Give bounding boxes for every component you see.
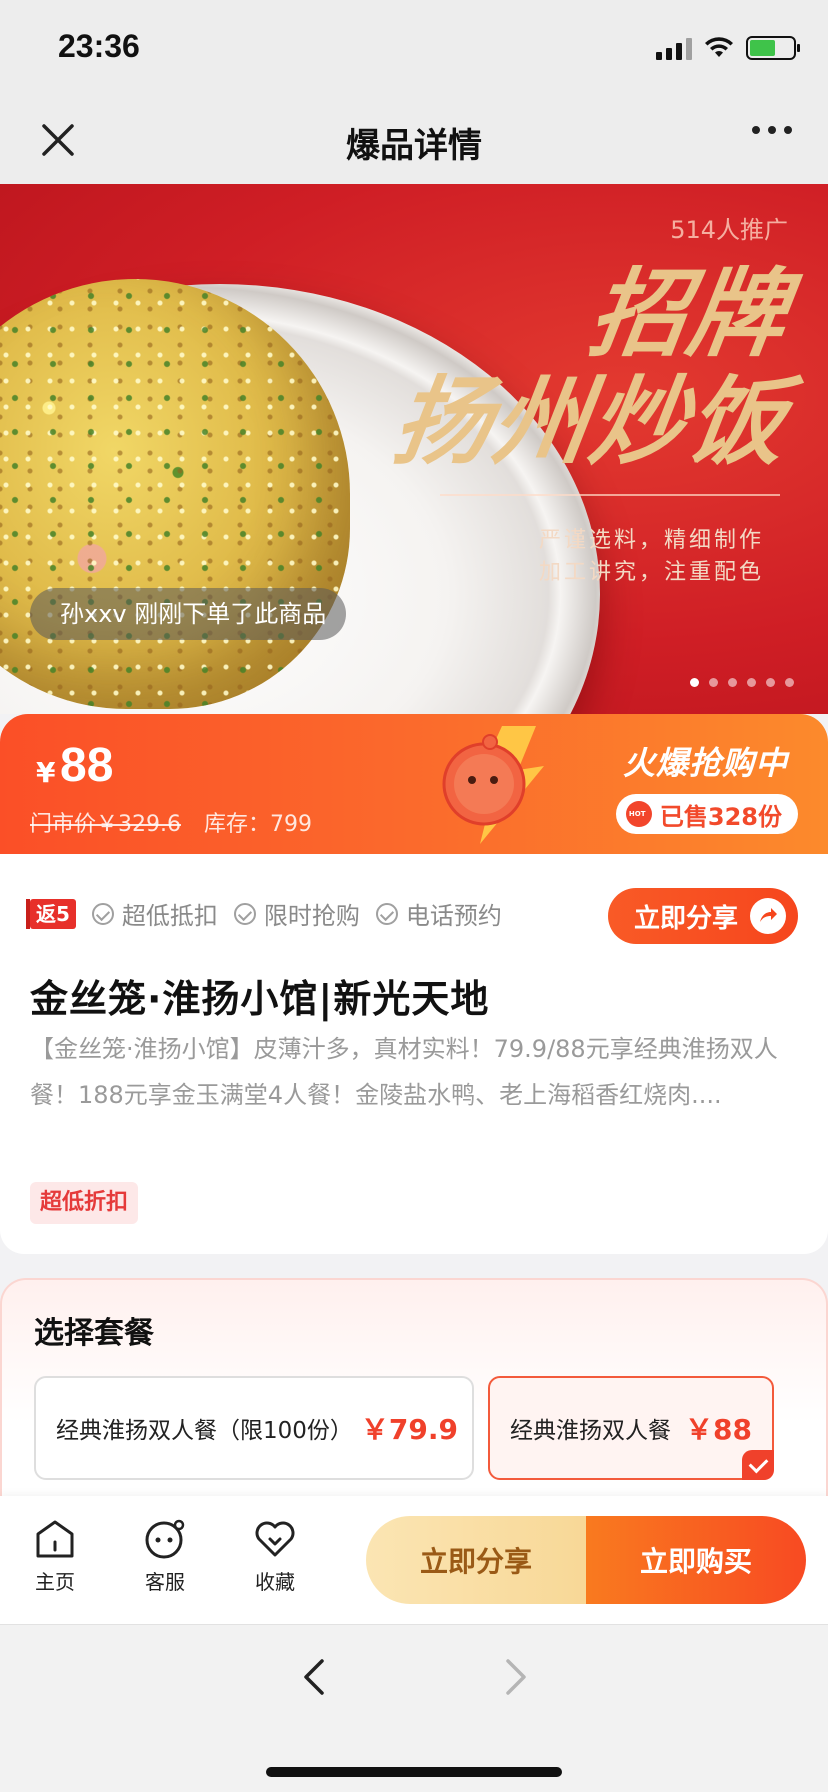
feature-tag-label: 限时抢购 <box>263 902 360 930</box>
bottom-action-bar: 主页 客服 收藏 立即分享 立即购买 <box>0 1496 828 1624</box>
home-button[interactable]: 主页 <box>15 1518 95 1595</box>
hero-subtitle-line1: 严谨选料，精细制作 <box>538 528 764 553</box>
package-option-price: ￥79.9 <box>360 1413 458 1446</box>
stock-count: 库存：799 <box>204 812 312 837</box>
more-options-icon[interactable] <box>752 126 792 134</box>
share-now-label: 立即分享 <box>633 903 738 934</box>
mascot-icon <box>442 726 544 844</box>
share-now-button[interactable]: 立即分享 <box>607 888 798 944</box>
hero-divider <box>440 494 780 496</box>
feature-tag-label: 超低抵扣 <box>121 902 218 930</box>
customer-service-button[interactable]: 客服 <box>125 1518 205 1595</box>
check-circle-icon <box>233 902 256 925</box>
original-price: 门市价￥329.6 <box>30 812 181 837</box>
browser-toolbar <box>0 1624 828 1792</box>
rebate-badge: 返5 <box>26 898 76 929</box>
package-selector: 选择套餐 经典淮扬双人餐（限100份） ￥79.9 经典淮扬双人餐 ￥88 <box>0 1278 828 1518</box>
carousel-dot[interactable] <box>709 678 718 687</box>
customer-service-label: 客服 <box>145 1570 185 1594</box>
carousel-dot[interactable] <box>785 678 794 687</box>
current-price: 88 <box>60 739 114 792</box>
carousel-dot[interactable] <box>728 678 737 687</box>
price-bar: ¥ 88 门市价￥329.6 库存：799 火爆抢购中 已售328份 <box>0 714 828 854</box>
status-bar: 23:36 <box>0 0 828 100</box>
hero-title-line2: 扬州炒饭 <box>386 365 795 478</box>
battery-icon <box>746 36 800 60</box>
package-option-selected[interactable]: 经典淮扬双人餐 ￥88 <box>488 1376 774 1480</box>
feature-tag-label: 电话预约 <box>405 902 502 930</box>
recent-order-toast: 孙xxv 刚刚下单了此商品 <box>30 588 347 640</box>
hot-fire-icon <box>625 801 652 827</box>
check-circle-icon <box>375 902 398 925</box>
feature-tag: 超低抵扣 <box>91 896 218 931</box>
favorite-button[interactable]: 收藏 <box>235 1518 315 1595</box>
page-title: 爆品详情 <box>346 126 482 166</box>
home-icon <box>36 1520 74 1558</box>
hero-banner[interactable]: 514人推广 招牌 扬州炒饭 严谨选料，精细制作 加工讲究，注重配色 孙xxv … <box>0 184 828 714</box>
back-arrow-icon[interactable] <box>296 1655 332 1699</box>
cellular-signal-icon <box>656 36 692 60</box>
feature-tag: 限时抢购 <box>233 896 360 931</box>
check-circle-icon <box>91 902 114 925</box>
home-indicator[interactable] <box>266 1767 562 1777</box>
product-info-card: 返5 超低抵扣 限时抢购 电话预约 立即分享 金丝笼·淮扬小馆|新光天地 【金丝… <box>0 854 828 1254</box>
nav-bar: 爆品详情 <box>0 100 828 184</box>
sold-count: 已售328份 <box>659 802 782 831</box>
customer-service-icon <box>145 1519 185 1559</box>
package-option[interactable]: 经典淮扬双人餐（限100份） ￥79.9 <box>34 1376 474 1480</box>
package-option-price: ￥88 <box>685 1413 752 1446</box>
store-title: 金丝笼·淮扬小馆|新光天地 <box>30 977 490 1021</box>
carousel-dot[interactable] <box>747 678 756 687</box>
selected-check-icon <box>742 1450 774 1480</box>
feature-tags: 返5 超低抵扣 限时抢购 电话预约 <box>26 896 502 931</box>
store-description: 【金丝笼·淮扬小馆】皮薄汁多，真材实料！79.9/88元享经典淮扬双人餐！188… <box>30 1035 778 1109</box>
package-option-name: 经典淮扬双人餐（限100份） <box>56 1418 353 1444</box>
heart-icon <box>255 1521 295 1557</box>
feature-tag: 电话预约 <box>375 896 502 931</box>
share-button[interactable]: 立即分享 <box>366 1516 586 1604</box>
hero-subtitle-line2: 加工讲究，注重配色 <box>538 560 764 585</box>
home-label: 主页 <box>35 1570 75 1594</box>
hot-sale-title: 火爆抢购中 <box>622 744 788 782</box>
package-title: 选择套餐 <box>34 1316 154 1351</box>
forward-arrow-icon[interactable] <box>498 1655 534 1699</box>
carousel-dot[interactable] <box>766 678 775 687</box>
package-option-name: 经典淮扬双人餐 <box>510 1418 671 1444</box>
carousel-dot[interactable] <box>690 678 699 687</box>
share-arrow-icon <box>750 898 786 934</box>
price-currency: ¥ <box>36 756 56 789</box>
wifi-icon <box>705 37 733 57</box>
discount-tag: 超低折扣 <box>30 1182 139 1224</box>
sold-badge: 已售328份 <box>615 794 798 834</box>
status-time: 23:36 <box>58 28 140 64</box>
purchase-button-group: 立即分享 立即购买 <box>366 1516 806 1604</box>
status-icons <box>656 36 800 60</box>
buy-now-button[interactable]: 立即购买 <box>586 1516 806 1604</box>
favorite-label: 收藏 <box>255 1570 295 1594</box>
carousel-indicator[interactable] <box>690 678 794 687</box>
